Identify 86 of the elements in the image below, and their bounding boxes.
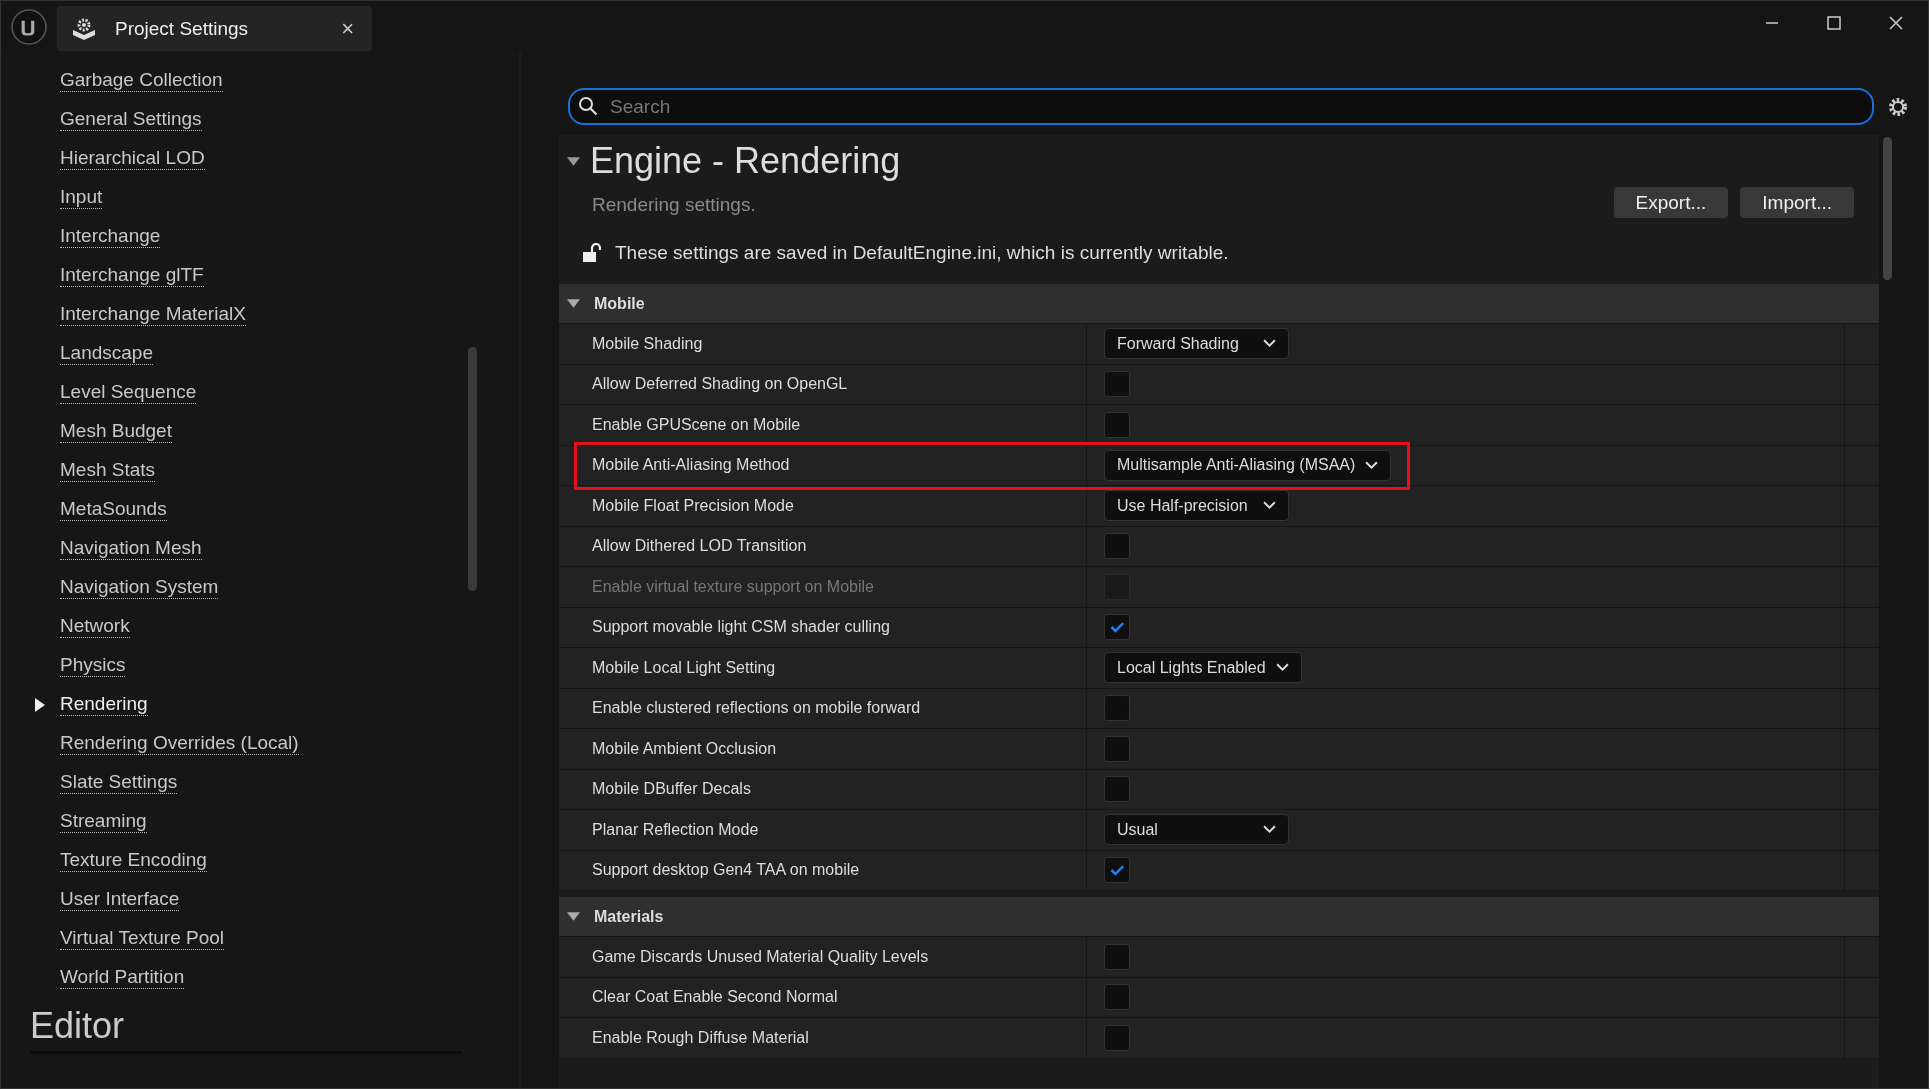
search-field[interactable]: Search: [568, 88, 1874, 125]
project-settings-tab[interactable]: Project Settings ×: [57, 6, 372, 51]
checkbox[interactable]: [1104, 735, 1130, 762]
sidebar-link[interactable]: User Interface: [60, 888, 180, 911]
dropdown[interactable]: Forward Shading: [1104, 328, 1289, 360]
sidebar-link[interactable]: Rendering: [60, 693, 148, 716]
sidebar-heading: Editor: [30, 1005, 462, 1054]
page-title: Engine - Rendering: [590, 140, 901, 182]
scrollbar[interactable]: [468, 347, 477, 591]
expand-arrow-icon: [567, 912, 580, 921]
property-label: Mobile Ambient Occlusion: [592, 739, 777, 758]
property-label: Enable GPUScene on Mobile: [592, 415, 801, 434]
header-button[interactable]: Import...: [1740, 187, 1854, 218]
property-label: Planar Reflection Mode: [592, 820, 759, 839]
dropdown[interactable]: Local Lights Enabled: [1104, 652, 1302, 684]
sidebar-link[interactable]: Texture Encoding: [60, 849, 207, 872]
property-label: Support movable light CSM shader culling: [592, 618, 890, 637]
sidebar-link[interactable]: Navigation Mesh: [60, 537, 202, 560]
sidebar-link[interactable]: Level Sequence: [60, 381, 197, 404]
property-label: Mobile Shading: [592, 334, 703, 353]
property-label: Enable clustered reflections on mobile forward: [592, 699, 921, 718]
sidebar-link[interactable]: Garbage Collection: [60, 69, 223, 92]
sidebar-link[interactable]: Streaming: [60, 810, 147, 833]
close-tab-button[interactable]: ×: [337, 15, 358, 42]
property-label: Support desktop Gen4 TAA on mobile: [592, 861, 860, 880]
property-label: Mobile Local Light Setting: [592, 658, 776, 677]
chevron-down-icon: [1365, 460, 1379, 470]
chevron-down-icon: [1263, 825, 1276, 835]
sidebar-link[interactable]: Slate Settings: [60, 771, 178, 794]
sidebar-link[interactable]: Hierarchical LOD: [60, 147, 205, 170]
sidebar-link[interactable]: Mesh Stats: [60, 459, 156, 482]
sidebar-link[interactable]: General Settings: [60, 108, 202, 131]
checkbox[interactable]: [1104, 984, 1130, 1011]
chevron-down-icon: [1263, 501, 1276, 511]
sidebar-link[interactable]: World Partition: [60, 966, 185, 989]
property-label: Mobile DBuffer Decals: [592, 780, 751, 799]
chevron-down-icon: [1263, 339, 1276, 349]
header-button[interactable]: Export...: [1613, 187, 1729, 218]
property-label: Allow Deferred Shading on OpenGL: [592, 375, 848, 394]
property-label: Clear Coat Enable Second Normal: [592, 988, 838, 1007]
sidebar-link[interactable]: Input: [60, 186, 103, 209]
property-label: Game Discards Unused Material Quality Levels: [592, 947, 929, 966]
dropdown[interactable]: Usual: [1104, 814, 1289, 846]
checkbox[interactable]: [1104, 695, 1130, 722]
checkbox[interactable]: [1104, 533, 1130, 560]
checkbox[interactable]: [1104, 1024, 1130, 1051]
tab-title: Project Settings: [115, 17, 250, 40]
section-header[interactable]: Materials: [559, 897, 1879, 937]
sidebar-link[interactable]: Navigation System: [60, 576, 219, 599]
property-label: Mobile Float Precision Mode: [592, 496, 794, 515]
gear-box-icon: [71, 16, 97, 41]
checkbox[interactable]: [1104, 857, 1130, 884]
property-label: Mobile Anti-Aliasing Method: [592, 456, 790, 475]
writable-notice: These settings are saved in DefaultEngine.ini, which is currently writable.: [615, 242, 1229, 264]
unlocked-padlock-icon: [583, 243, 601, 263]
checkbox[interactable]: [1104, 776, 1130, 803]
scrollbar[interactable]: [1883, 137, 1892, 280]
sidebar-link[interactable]: Network: [60, 615, 130, 638]
sidebar-link[interactable]: Interchange: [60, 225, 161, 248]
dropdown[interactable]: Multisample Anti-Aliasing (MSAA): [1104, 449, 1392, 481]
property-label: Enable Rough Diffuse Material: [592, 1028, 809, 1047]
property-label: Enable virtual texture support on Mobile: [592, 577, 874, 596]
expand-arrow-icon: [567, 299, 580, 308]
dropdown[interactable]: Use Half-precision: [1104, 490, 1289, 522]
section-header[interactable]: Mobile: [559, 284, 1879, 324]
sidebar-link[interactable]: Landscape: [60, 342, 153, 365]
sidebar-link[interactable]: Rendering Overrides (Local): [60, 732, 299, 755]
collapse-arrow-icon[interactable]: [567, 156, 580, 166]
section-title: Materials: [594, 907, 664, 926]
sidebar-link[interactable]: Physics: [60, 654, 126, 677]
section-title: Mobile: [594, 294, 645, 313]
sidebar-link[interactable]: Interchange MaterialX: [60, 303, 246, 326]
close-icon[interactable]: [1888, 15, 1904, 31]
checkbox[interactable]: [1104, 943, 1130, 970]
sidebar-link[interactable]: Interchange glTF: [60, 264, 204, 287]
sidebar-link[interactable]: Mesh Budget: [60, 420, 172, 443]
chevron-down-icon: [1275, 663, 1289, 673]
sidebar-link[interactable]: MetaSounds: [60, 498, 167, 521]
property-label: Allow Dithered LOD Transition: [592, 537, 807, 556]
sidebar-link[interactable]: Virtual Texture Pool: [60, 927, 225, 950]
checkbox[interactable]: [1104, 411, 1130, 438]
checkbox[interactable]: [1104, 614, 1130, 641]
checkbox[interactable]: [1104, 371, 1130, 398]
maximize-icon[interactable]: [1826, 15, 1842, 31]
engine-logo-icon: [11, 9, 47, 45]
page-subtitle: Rendering settings.: [592, 193, 756, 216]
